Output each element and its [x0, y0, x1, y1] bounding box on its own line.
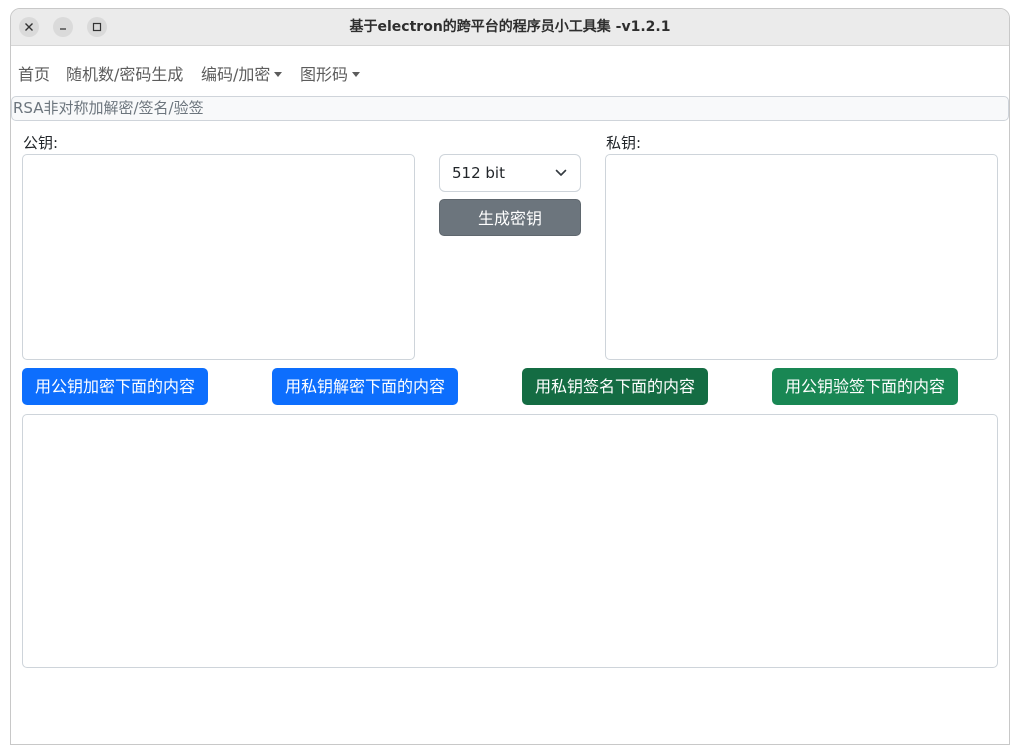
public-key-textarea[interactable]: [22, 154, 415, 360]
verify-with-public-key-button[interactable]: 用公钥验签下面的内容: [772, 368, 958, 405]
encrypt-with-public-key-button[interactable]: 用公钥加密下面的内容: [22, 368, 208, 405]
title-bar: 基于electron的跨平台的程序员小工具集 -v1.2.1: [11, 9, 1009, 46]
private-key-textarea[interactable]: [605, 154, 998, 360]
chevron-down-icon: [555, 169, 567, 176]
private-key-label: 私钥:: [606, 134, 642, 152]
content-textarea[interactable]: [22, 414, 998, 668]
decrypt-with-private-key-button[interactable]: 用私钥解密下面的内容: [272, 368, 458, 405]
top-navbar: 首页 随机数/密码生成 编码/加密 图形码: [11, 46, 1009, 96]
caret-down-icon: [274, 72, 283, 77]
nav-item-random-password[interactable]: 随机数/密码生成: [66, 61, 183, 85]
nav-item-graphic-code[interactable]: 图形码: [300, 61, 361, 85]
nav-item-label: 首页: [18, 65, 51, 84]
key-size-value: 512 bit: [452, 164, 505, 182]
nav-item-label: 随机数/密码生成: [66, 65, 184, 84]
key-size-select[interactable]: 512 bit: [439, 154, 581, 192]
sign-with-private-key-button[interactable]: 用私钥签名下面的内容: [522, 368, 708, 405]
nav-item-encoding-encryption[interactable]: 编码/加密: [201, 61, 283, 85]
nav-item-home[interactable]: 首页: [18, 61, 50, 85]
nav-item-label: 图形码: [300, 65, 349, 84]
window-title: 基于electron的跨平台的程序员小工具集 -v1.2.1: [349, 19, 671, 35]
caret-down-icon: [352, 72, 361, 77]
nav-item-label: 编码/加密: [201, 65, 271, 84]
generate-keys-button[interactable]: 生成密钥: [439, 199, 581, 236]
app-window: 基于electron的跨平台的程序员小工具集 -v1.2.1 首页 随机数/密码…: [10, 8, 1010, 745]
section-title: RSA非对称加解密/签名/验签: [11, 96, 1009, 121]
public-key-label: 公钥:: [23, 134, 59, 152]
